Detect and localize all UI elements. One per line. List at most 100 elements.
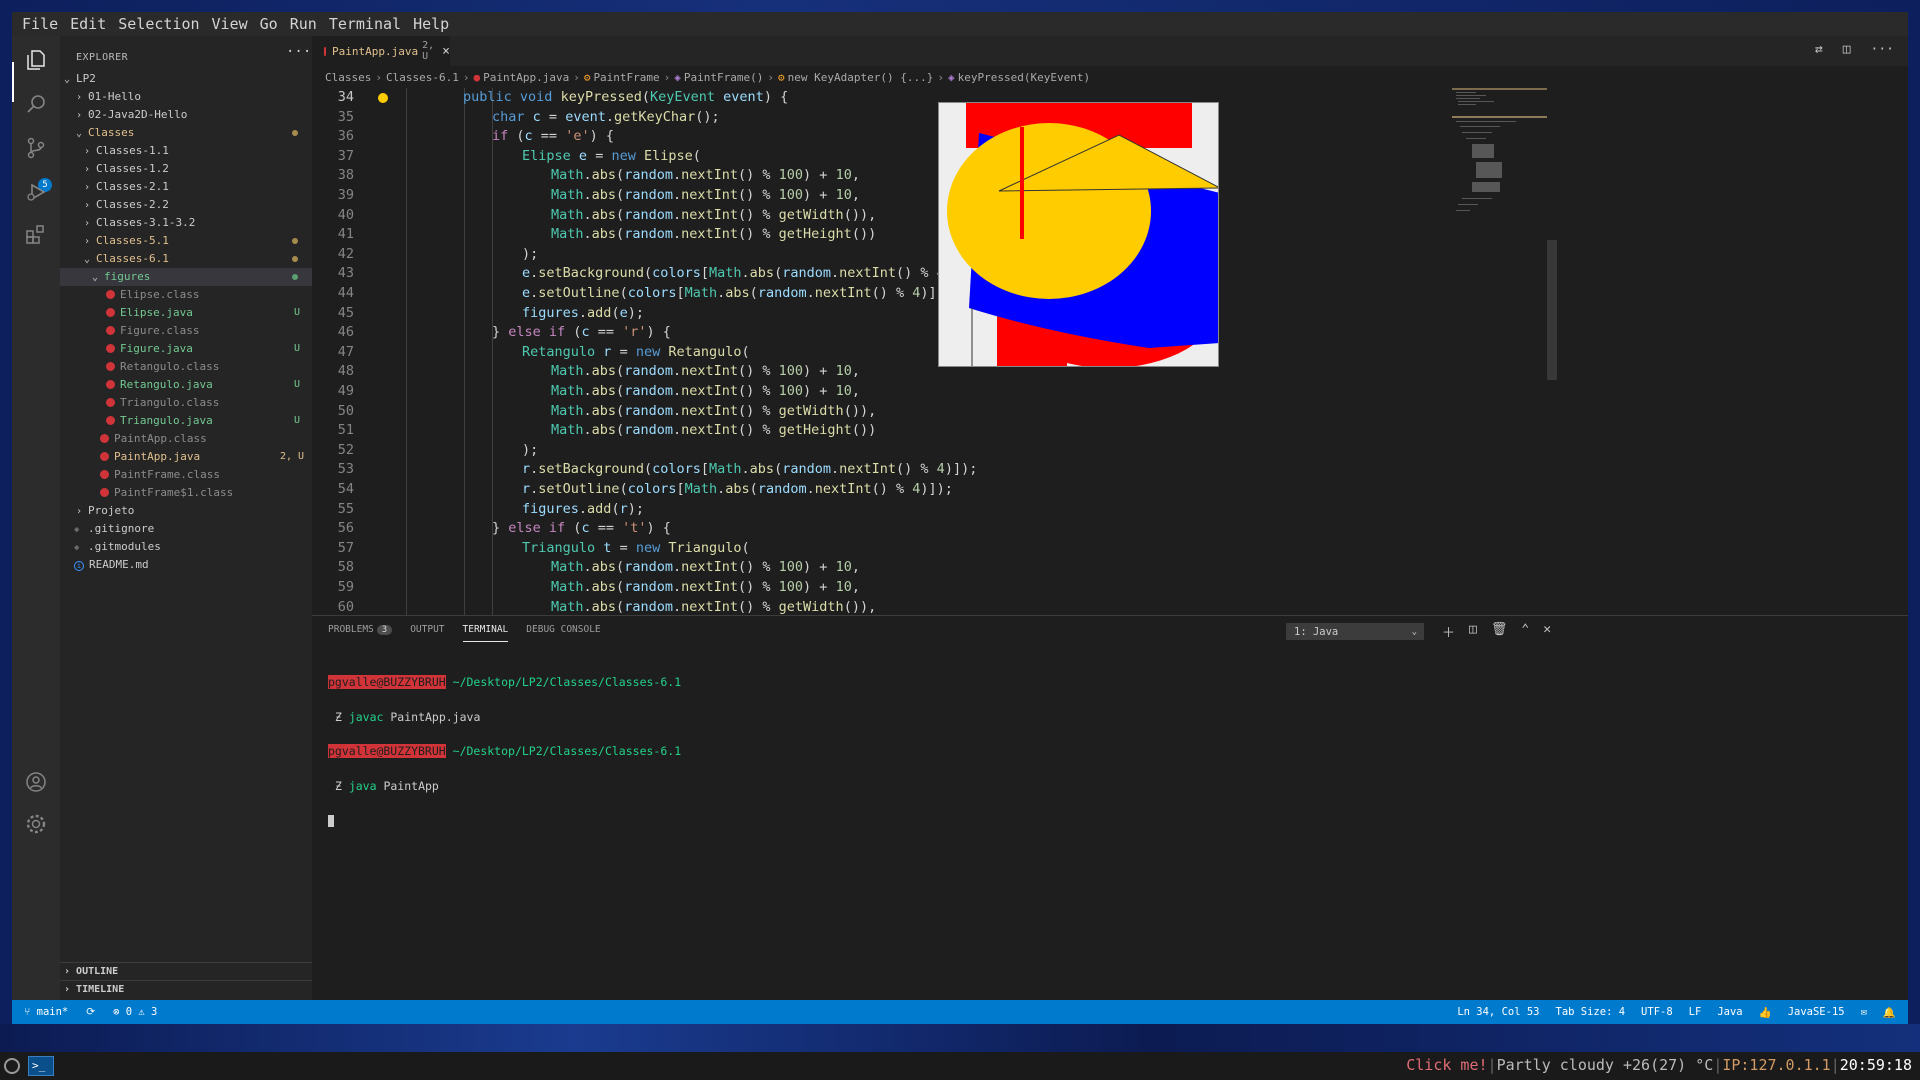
new-terminal-icon[interactable]: ＋ (1442, 622, 1455, 641)
git-status: U (294, 307, 301, 318)
terminal-select[interactable]: 1: Java ⌄ (1286, 623, 1424, 640)
tree-folder[interactable]: › 01-Hello (60, 88, 312, 106)
language-mode[interactable]: Java (1717, 1006, 1742, 1018)
tree-file[interactable]: Retangulo.java U (60, 376, 312, 394)
tree-folder[interactable]: ⌄ Classes-6.1 (60, 250, 312, 268)
click-me-widget[interactable]: Click me! (1406, 1056, 1487, 1074)
tab-label: PaintApp.java (332, 44, 419, 58)
breadcrumb-item[interactable]: Classes (325, 71, 371, 84)
tab-terminal[interactable]: TERMINAL (462, 624, 509, 642)
compare-icon[interactable]: ⇄ (1815, 42, 1823, 57)
tree-folder[interactable]: › Classes-1.1 (60, 142, 312, 160)
editor-scrollbar[interactable] (1547, 240, 1557, 380)
tree-folder[interactable]: › Classes-2.1 (60, 178, 312, 196)
tab-paintapp[interactable]: PaintApp.java 2, U × (312, 36, 450, 66)
tree-file[interactable]: i README.md (60, 556, 312, 574)
outline-section[interactable]: › OUTLINE (60, 962, 312, 980)
breadcrumb-item[interactable]: new KeyAdapter() {...} (788, 71, 934, 84)
split-editor-icon[interactable]: ◫ (1843, 42, 1851, 57)
tree-file-active[interactable]: PaintApp.java 2, U (60, 448, 312, 466)
terminal-output[interactable]: pgvalle@BUZZYBRUH ~/Desktop/LP2/Classes/… (328, 654, 681, 851)
breadcrumb-item[interactable]: Classes-6.1 (386, 71, 459, 84)
tree-file[interactable]: PaintApp.class (60, 430, 312, 448)
menu-run[interactable]: Run (284, 15, 323, 33)
feedback-icon[interactable]: ✉ (1861, 1006, 1867, 1018)
tree-label: figures (104, 270, 151, 283)
tree-file[interactable]: Triangulo.java U (60, 412, 312, 430)
source-control-icon[interactable] (24, 136, 48, 160)
tree-folder[interactable]: › 02-Java2D-Hello (60, 106, 312, 124)
lightbulb-icon[interactable] (378, 93, 388, 103)
tree-file[interactable]: PaintFrame$1.class (60, 484, 312, 502)
cursor-position[interactable]: Ln 34, Col 53 (1457, 1006, 1539, 1018)
tree-file[interactable]: Figure.java U (60, 340, 312, 358)
terminal-app-icon[interactable]: >_ (28, 1056, 54, 1076)
breadcrumb-item[interactable]: PaintFrame (593, 71, 659, 84)
close-icon[interactable]: ✕ (1543, 622, 1551, 641)
run-debug-icon[interactable] (24, 180, 48, 204)
split-terminal-icon[interactable]: ◫ (1469, 622, 1477, 641)
tree-file[interactable]: Triangulo.class (60, 394, 312, 412)
tree-folder[interactable]: › Classes-2.2 (60, 196, 312, 214)
sync-icon[interactable]: ⟳ (86, 1006, 95, 1018)
account-icon[interactable] (24, 770, 48, 794)
explorer-more-button[interactable]: ··· (286, 44, 311, 60)
jdk-version[interactable]: JavaSE-15 (1788, 1006, 1845, 1018)
system-menu-icon[interactable] (4, 1058, 20, 1074)
breadcrumb-item[interactable]: PaintFrame() (684, 71, 763, 84)
tree-folder[interactable]: ⌄ Classes (60, 124, 312, 142)
tab-debug-console[interactable]: DEBUG CONSOLE (526, 624, 600, 642)
branch-status[interactable]: ⑂ main* (24, 1006, 68, 1018)
more-actions-icon[interactable]: ··· (1871, 42, 1894, 57)
menu-view[interactable]: View (206, 15, 254, 33)
tree-folder[interactable]: › Classes-3.1-3.2 (60, 214, 312, 232)
menu-help[interactable]: Help (407, 15, 455, 33)
gear-icon[interactable] (24, 812, 48, 836)
timeline-section[interactable]: › TIMELINE (60, 980, 312, 998)
menu-selection[interactable]: Selection (112, 15, 205, 33)
tree-folder[interactable]: › Classes-1.2 (60, 160, 312, 178)
explorer-icon[interactable] (24, 48, 48, 72)
tab-output[interactable]: OUTPUT (410, 624, 444, 642)
tree-file[interactable]: ◆ .gitignore (60, 520, 312, 538)
tree-file[interactable]: Figure.class (60, 322, 312, 340)
menu-go[interactable]: Go (254, 15, 284, 33)
panel-actions: ＋ ◫ 🗑 ⌃ ✕ (1442, 622, 1551, 641)
encoding[interactable]: UTF-8 (1641, 1006, 1673, 1018)
tree-folder[interactable]: › Classes-5.1 (60, 232, 312, 250)
tab-problems[interactable]: PROBLEMS 3 (328, 624, 393, 642)
terminal-line: pgvalle@BUZZYBRUH ~/Desktop/LP2/Classes/… (328, 744, 682, 758)
breadcrumb-item[interactable]: keyPressed(KeyEvent) (958, 71, 1090, 84)
tree-file[interactable]: ◆ .gitmodules (60, 538, 312, 556)
paint-app-window[interactable] (938, 102, 1219, 367)
tree-file[interactable]: Elipse.java U (60, 304, 312, 322)
tree-folder[interactable]: › Projeto (60, 502, 312, 520)
bell-icon[interactable]: 🔔 (1883, 1006, 1896, 1019)
minimap[interactable] (1452, 88, 1552, 218)
problems-status[interactable]: ⊗ 0 ⚠ 3 (113, 1006, 157, 1018)
eol[interactable]: LF (1689, 1006, 1702, 1018)
search-icon[interactable] (24, 92, 48, 116)
tree-file[interactable]: Retangulo.class (60, 358, 312, 376)
chevron-up-icon[interactable]: ⌃ (1521, 622, 1529, 641)
java-file-icon (106, 326, 115, 335)
paint-canvas[interactable] (939, 103, 1219, 367)
menu-edit[interactable]: Edit (64, 15, 112, 33)
tree-folder-selected[interactable]: ⌄ figures (60, 268, 312, 286)
thumbs-up-icon[interactable]: 👍 (1759, 1006, 1772, 1019)
breadcrumb-item[interactable]: PaintApp.java (483, 71, 569, 84)
tree-root[interactable]: ⌄ LP2 (60, 70, 312, 88)
trash-icon[interactable]: 🗑 (1491, 622, 1508, 641)
extensions-icon[interactable] (24, 222, 48, 246)
menu-terminal[interactable]: Terminal (323, 15, 407, 33)
close-icon[interactable]: × (442, 44, 450, 59)
code-line: 35 char c = event.getKeyChar(); (337, 108, 720, 125)
tree-file[interactable]: PaintFrame.class (60, 466, 312, 484)
tree-label: Classes-3.1-3.2 (96, 216, 196, 229)
tree-file[interactable]: Elipse.class (60, 286, 312, 304)
code-line: 56} else if (c == 't') { (337, 520, 671, 537)
tab-size[interactable]: Tab Size: 4 (1556, 1006, 1626, 1018)
menu-file[interactable]: File (16, 15, 64, 33)
outline-label: OUTLINE (76, 966, 119, 977)
chevron-right-icon: › (84, 182, 91, 193)
